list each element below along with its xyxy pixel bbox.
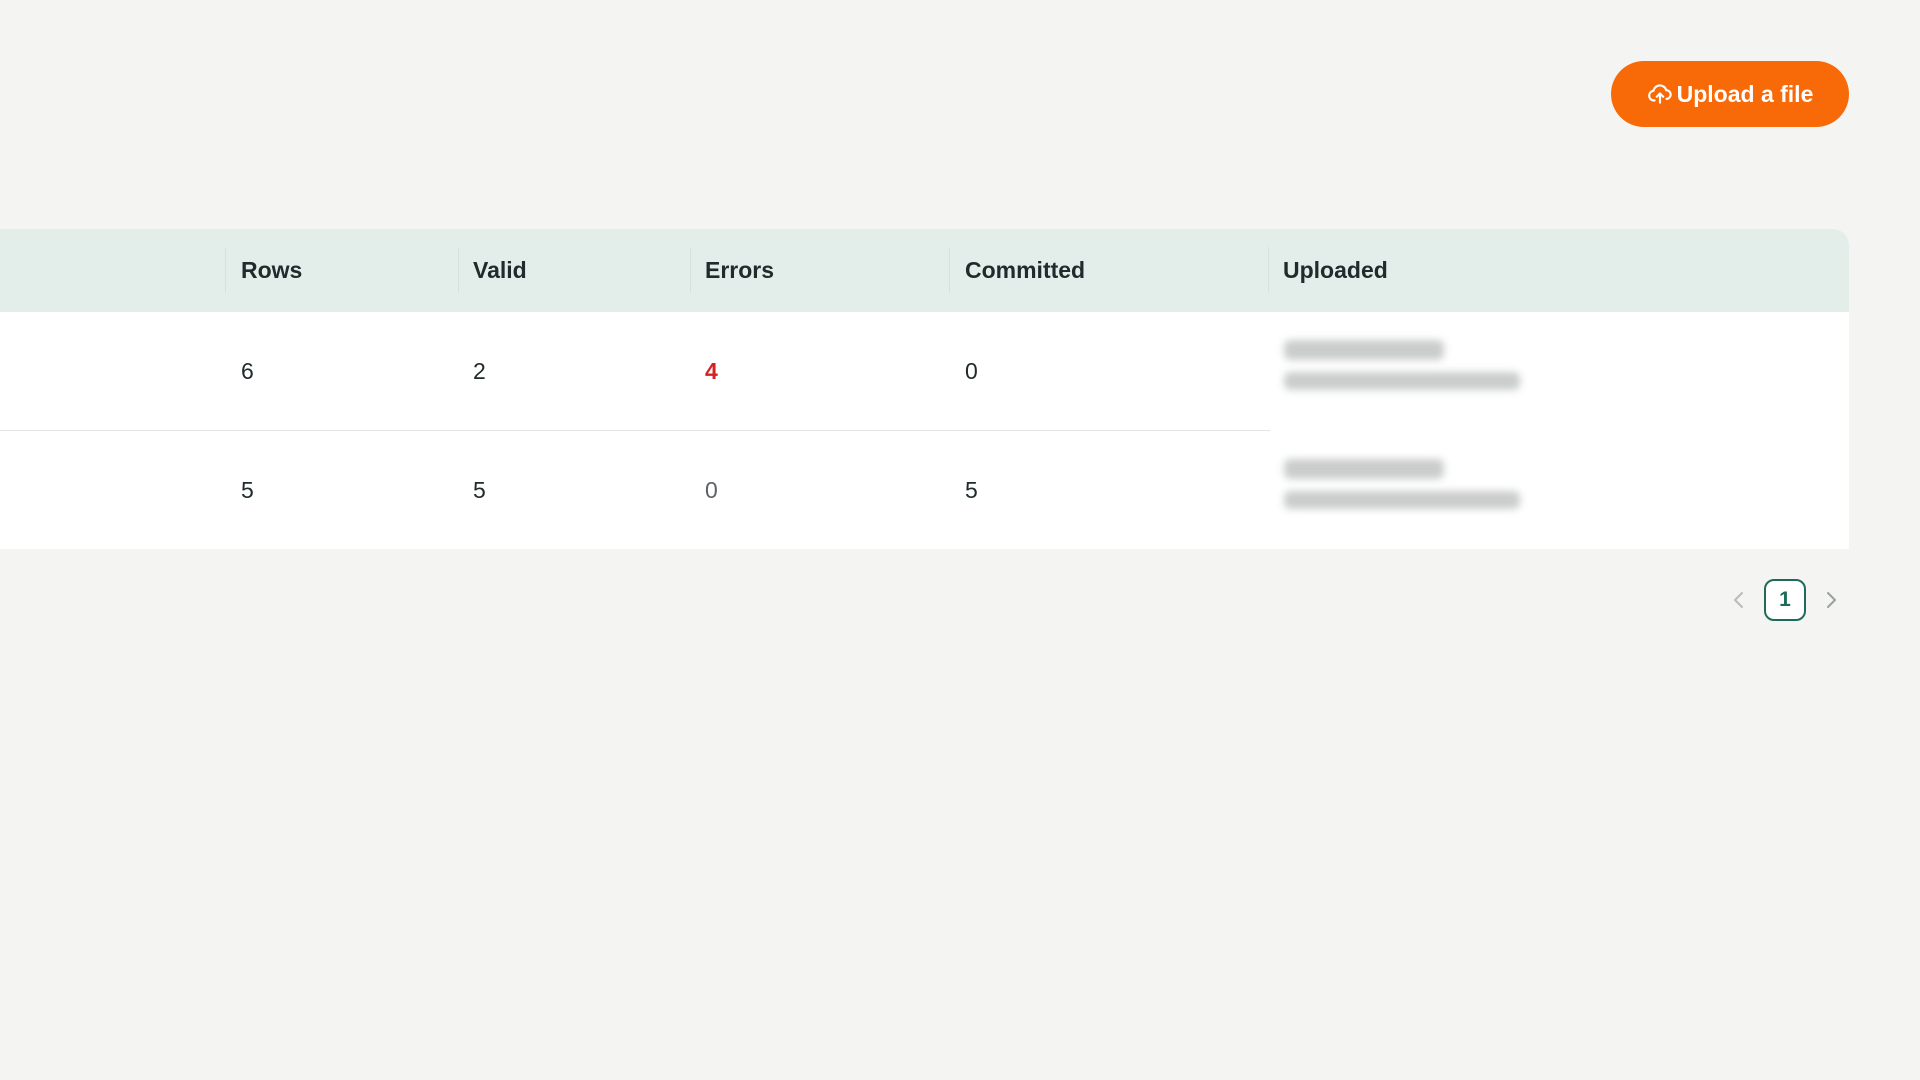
- column-divider: [1268, 247, 1269, 293]
- column-header-committed[interactable]: Committed: [965, 229, 1085, 312]
- upload-file-label: Upload a file: [1676, 80, 1814, 107]
- column-divider: [458, 247, 459, 293]
- cell-errors: 0: [705, 476, 718, 503]
- column-divider: [225, 247, 226, 293]
- cloud-upload-icon: [1647, 81, 1673, 107]
- cell-rows: 6: [241, 357, 254, 384]
- uploaded-info-redacted: [1270, 312, 1849, 430]
- chevron-left-icon[interactable]: [1728, 589, 1750, 611]
- cell-committed: 0: [965, 357, 978, 384]
- column-divider: [690, 247, 691, 293]
- cell-valid: 2: [473, 357, 486, 384]
- pagination: 1: [1728, 579, 1842, 621]
- cell-errors: 4: [705, 357, 718, 384]
- cell-valid: 5: [473, 476, 486, 503]
- column-header-errors[interactable]: Errors: [705, 229, 774, 312]
- column-header-valid[interactable]: Valid: [473, 229, 527, 312]
- column-divider: [949, 247, 950, 293]
- column-header-rows[interactable]: Rows: [241, 229, 302, 312]
- uploads-table: Rows Valid Errors Committed Uploaded 6 2…: [0, 229, 1849, 549]
- chevron-right-icon[interactable]: [1820, 589, 1842, 611]
- upload-file-button[interactable]: Upload a file: [1611, 61, 1849, 127]
- page-button-current[interactable]: 1: [1764, 579, 1806, 621]
- uploaded-info-redacted: [1270, 431, 1849, 549]
- table-row[interactable]: 6 2 4 0: [0, 312, 1270, 431]
- column-header-uploaded[interactable]: Uploaded: [1283, 229, 1388, 312]
- table-row[interactable]: 5 5 0 5: [0, 431, 1270, 549]
- cell-rows: 5: [241, 476, 254, 503]
- cell-committed: 5: [965, 476, 978, 503]
- table-header: Rows Valid Errors Committed Uploaded: [0, 229, 1849, 312]
